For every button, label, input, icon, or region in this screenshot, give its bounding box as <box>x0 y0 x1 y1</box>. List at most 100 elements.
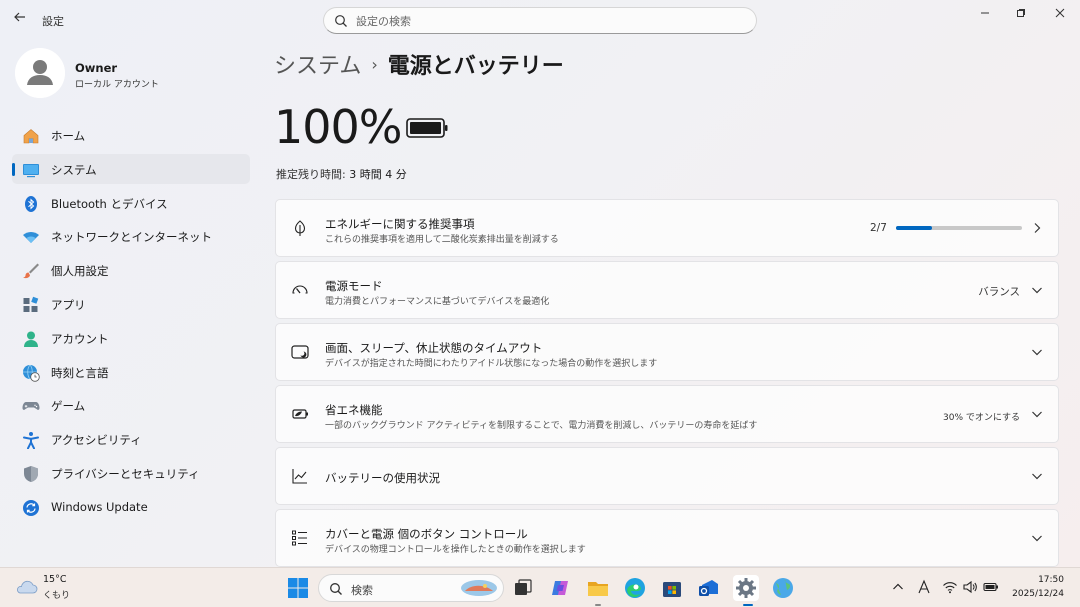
taskbar: 15°C くもり 検索 17:50 2025/12/24 <box>0 567 1080 607</box>
sidebar-item-label: アプリ <box>51 297 86 312</box>
clock-time: 17:50 <box>1038 575 1064 585</box>
title-bar: 設定 <box>0 0 1080 40</box>
sidebar-item-bluetooth[interactable]: Bluetooth とデバイス <box>12 188 250 218</box>
sidebar-item-label: Bluetooth とデバイス <box>51 196 168 211</box>
app-title: 設定 <box>42 15 64 28</box>
remaining-time: 推定残り時間: 3 時間 4 分 <box>276 166 407 182</box>
accessibility-icon <box>23 432 39 450</box>
chevron-right-icon <box>1034 223 1041 233</box>
running-indicator <box>595 604 601 606</box>
chevron-down-icon <box>1032 473 1042 480</box>
power-mode-select[interactable]: バランス <box>978 284 1020 299</box>
store-button[interactable] <box>659 575 685 601</box>
sidebar-item-label: ゲーム <box>51 399 86 414</box>
apps-icon <box>23 296 39 312</box>
sidebar-item-time-language[interactable]: 時刻と言語 <box>12 357 250 387</box>
profile-name: Owner <box>75 61 118 75</box>
minimize-button[interactable] <box>970 4 1000 24</box>
brush-icon <box>23 263 39 279</box>
progress-fill <box>896 226 932 230</box>
breadcrumb-separator: › <box>371 55 378 74</box>
wifi-status-icon[interactable] <box>942 579 958 595</box>
copilot-button[interactable] <box>547 575 573 601</box>
sidebar-item-home[interactable]: ホーム <box>12 120 250 150</box>
page-title: 電源とバッテリー <box>387 54 564 79</box>
remaining-time-label: 推定残り時間: <box>276 168 346 181</box>
card-title: カバーと電源 個のボタン コントロール <box>325 527 528 541</box>
profile-account-type: ローカル アカウント <box>75 80 159 90</box>
button-controls-icon <box>292 530 307 546</box>
energy-saver-card[interactable]: 省エネ機能 一部のバックグラウンド アクティビティを制限することで、電力消費を削… <box>275 385 1059 443</box>
bluetooth-icon <box>25 195 37 212</box>
globe-app-button[interactable] <box>770 575 796 601</box>
recommendations-progress-bar <box>896 226 1022 230</box>
sidebar-item-label: 時刻と言語 <box>51 365 109 380</box>
card-description: 一部のバックグラウンド アクティビティを制限することで、電力消費を削減し、バッテ… <box>325 421 758 431</box>
file-explorer-button[interactable] <box>585 575 611 601</box>
card-title: 画面、スリープ、休止状態のタイムアウト <box>325 341 543 355</box>
battery-status-icon[interactable] <box>983 579 999 595</box>
card-title: 電源モード <box>325 279 383 293</box>
windows-logo-icon <box>288 578 308 598</box>
sidebar-item-label: 個人用設定 <box>51 264 109 279</box>
minimize-icon <box>981 12 989 14</box>
breadcrumb-parent-link[interactable]: システム <box>274 54 361 79</box>
home-icon <box>23 129 39 144</box>
gear-icon <box>736 578 756 598</box>
task-view-icon <box>515 579 532 595</box>
search-input[interactable] <box>356 12 736 30</box>
leaf-icon <box>294 220 306 236</box>
chevron-down-icon <box>1032 535 1042 542</box>
maximize-button[interactable] <box>1006 4 1036 24</box>
energy-recommendations-card[interactable]: エネルギーに関する推奨事項 これらの推奨事項を適用して二酸化炭素排出量を削減する… <box>275 199 1059 257</box>
sidebar-item-label: ネットワークとインターネット <box>51 230 212 245</box>
battery-icon <box>406 118 448 138</box>
sidebar-item-privacy[interactable]: プライバシーとセキュリティ <box>12 458 250 488</box>
weather-temperature: 15°C <box>43 574 67 585</box>
ime-mode-icon[interactable] <box>916 579 932 595</box>
card-title: バッテリーの使用状況 <box>325 471 440 485</box>
sidebar-item-system[interactable]: システム <box>12 153 250 184</box>
power-mode-card[interactable]: 電源モード 電力消費とパフォーマンスに基づいてデバイスを最適化 バランス <box>275 261 1059 319</box>
settings-taskbar-button[interactable] <box>733 575 759 601</box>
screen-sleep-timeout-card[interactable]: 画面、スリープ、休止状態のタイムアウト デバイスが指定された時間にわたりアイドル… <box>275 323 1059 381</box>
battery-percentage: 100% <box>274 100 403 154</box>
chart-icon <box>292 469 307 484</box>
battery-saver-icon <box>292 409 308 419</box>
avatar <box>15 48 65 98</box>
card-description: デバイスが指定された時間にわたりアイドル状態になった場合の動作を選択します <box>325 359 658 369</box>
card-title: エネルギーに関する推奨事項 <box>325 217 475 231</box>
sidebar-item-network[interactable]: ネットワークとインターネット <box>12 221 250 251</box>
sidebar-item-accessibility[interactable]: アクセシビリティ <box>12 424 250 454</box>
back-button[interactable] <box>10 10 30 30</box>
settings-search-box[interactable] <box>323 7 757 34</box>
folder-icon <box>588 582 608 596</box>
edge-button[interactable] <box>622 575 648 601</box>
shield-icon <box>24 465 38 482</box>
outlook-button[interactable] <box>696 575 722 601</box>
volume-icon[interactable] <box>962 579 978 595</box>
sidebar-item-personalization[interactable]: 個人用設定 <box>12 255 250 285</box>
breadcrumb: システム › 電源とバッテリー <box>274 48 564 80</box>
wifi-icon <box>23 232 39 244</box>
user-profile[interactable]: Owner ローカル アカウント <box>15 48 245 100</box>
speedometer-icon <box>292 285 308 294</box>
back-arrow-icon <box>14 12 25 22</box>
chevron-down-icon <box>1032 411 1042 418</box>
sidebar-item-apps[interactable]: アプリ <box>12 289 250 319</box>
sidebar-nav: ホーム システム Bluetooth とデバイス ネットワークとインターネット … <box>12 120 250 526</box>
sidebar-item-label: Windows Update <box>51 499 148 514</box>
card-title: 省エネ機能 <box>325 403 383 417</box>
taskbar-search[interactable]: 検索 <box>318 574 504 602</box>
chevron-up-icon[interactable] <box>890 579 906 595</box>
sidebar-item-accounts[interactable]: アカウント <box>12 323 250 353</box>
sidebar-item-gaming[interactable]: ゲーム <box>12 390 250 420</box>
task-view-button[interactable] <box>510 575 536 601</box>
lid-power-button-controls-card[interactable]: カバーと電源 個のボタン コントロール デバイスの物理コントロールを操作したとき… <box>275 509 1059 567</box>
maximize-icon <box>1017 9 1025 17</box>
chevron-down-icon <box>1032 287 1042 294</box>
sidebar-item-windows-update[interactable]: Windows Update <box>12 492 250 522</box>
close-button[interactable] <box>1045 4 1075 24</box>
start-button[interactable] <box>285 575 311 601</box>
battery-usage-card[interactable]: バッテリーの使用状況 <box>275 447 1059 505</box>
